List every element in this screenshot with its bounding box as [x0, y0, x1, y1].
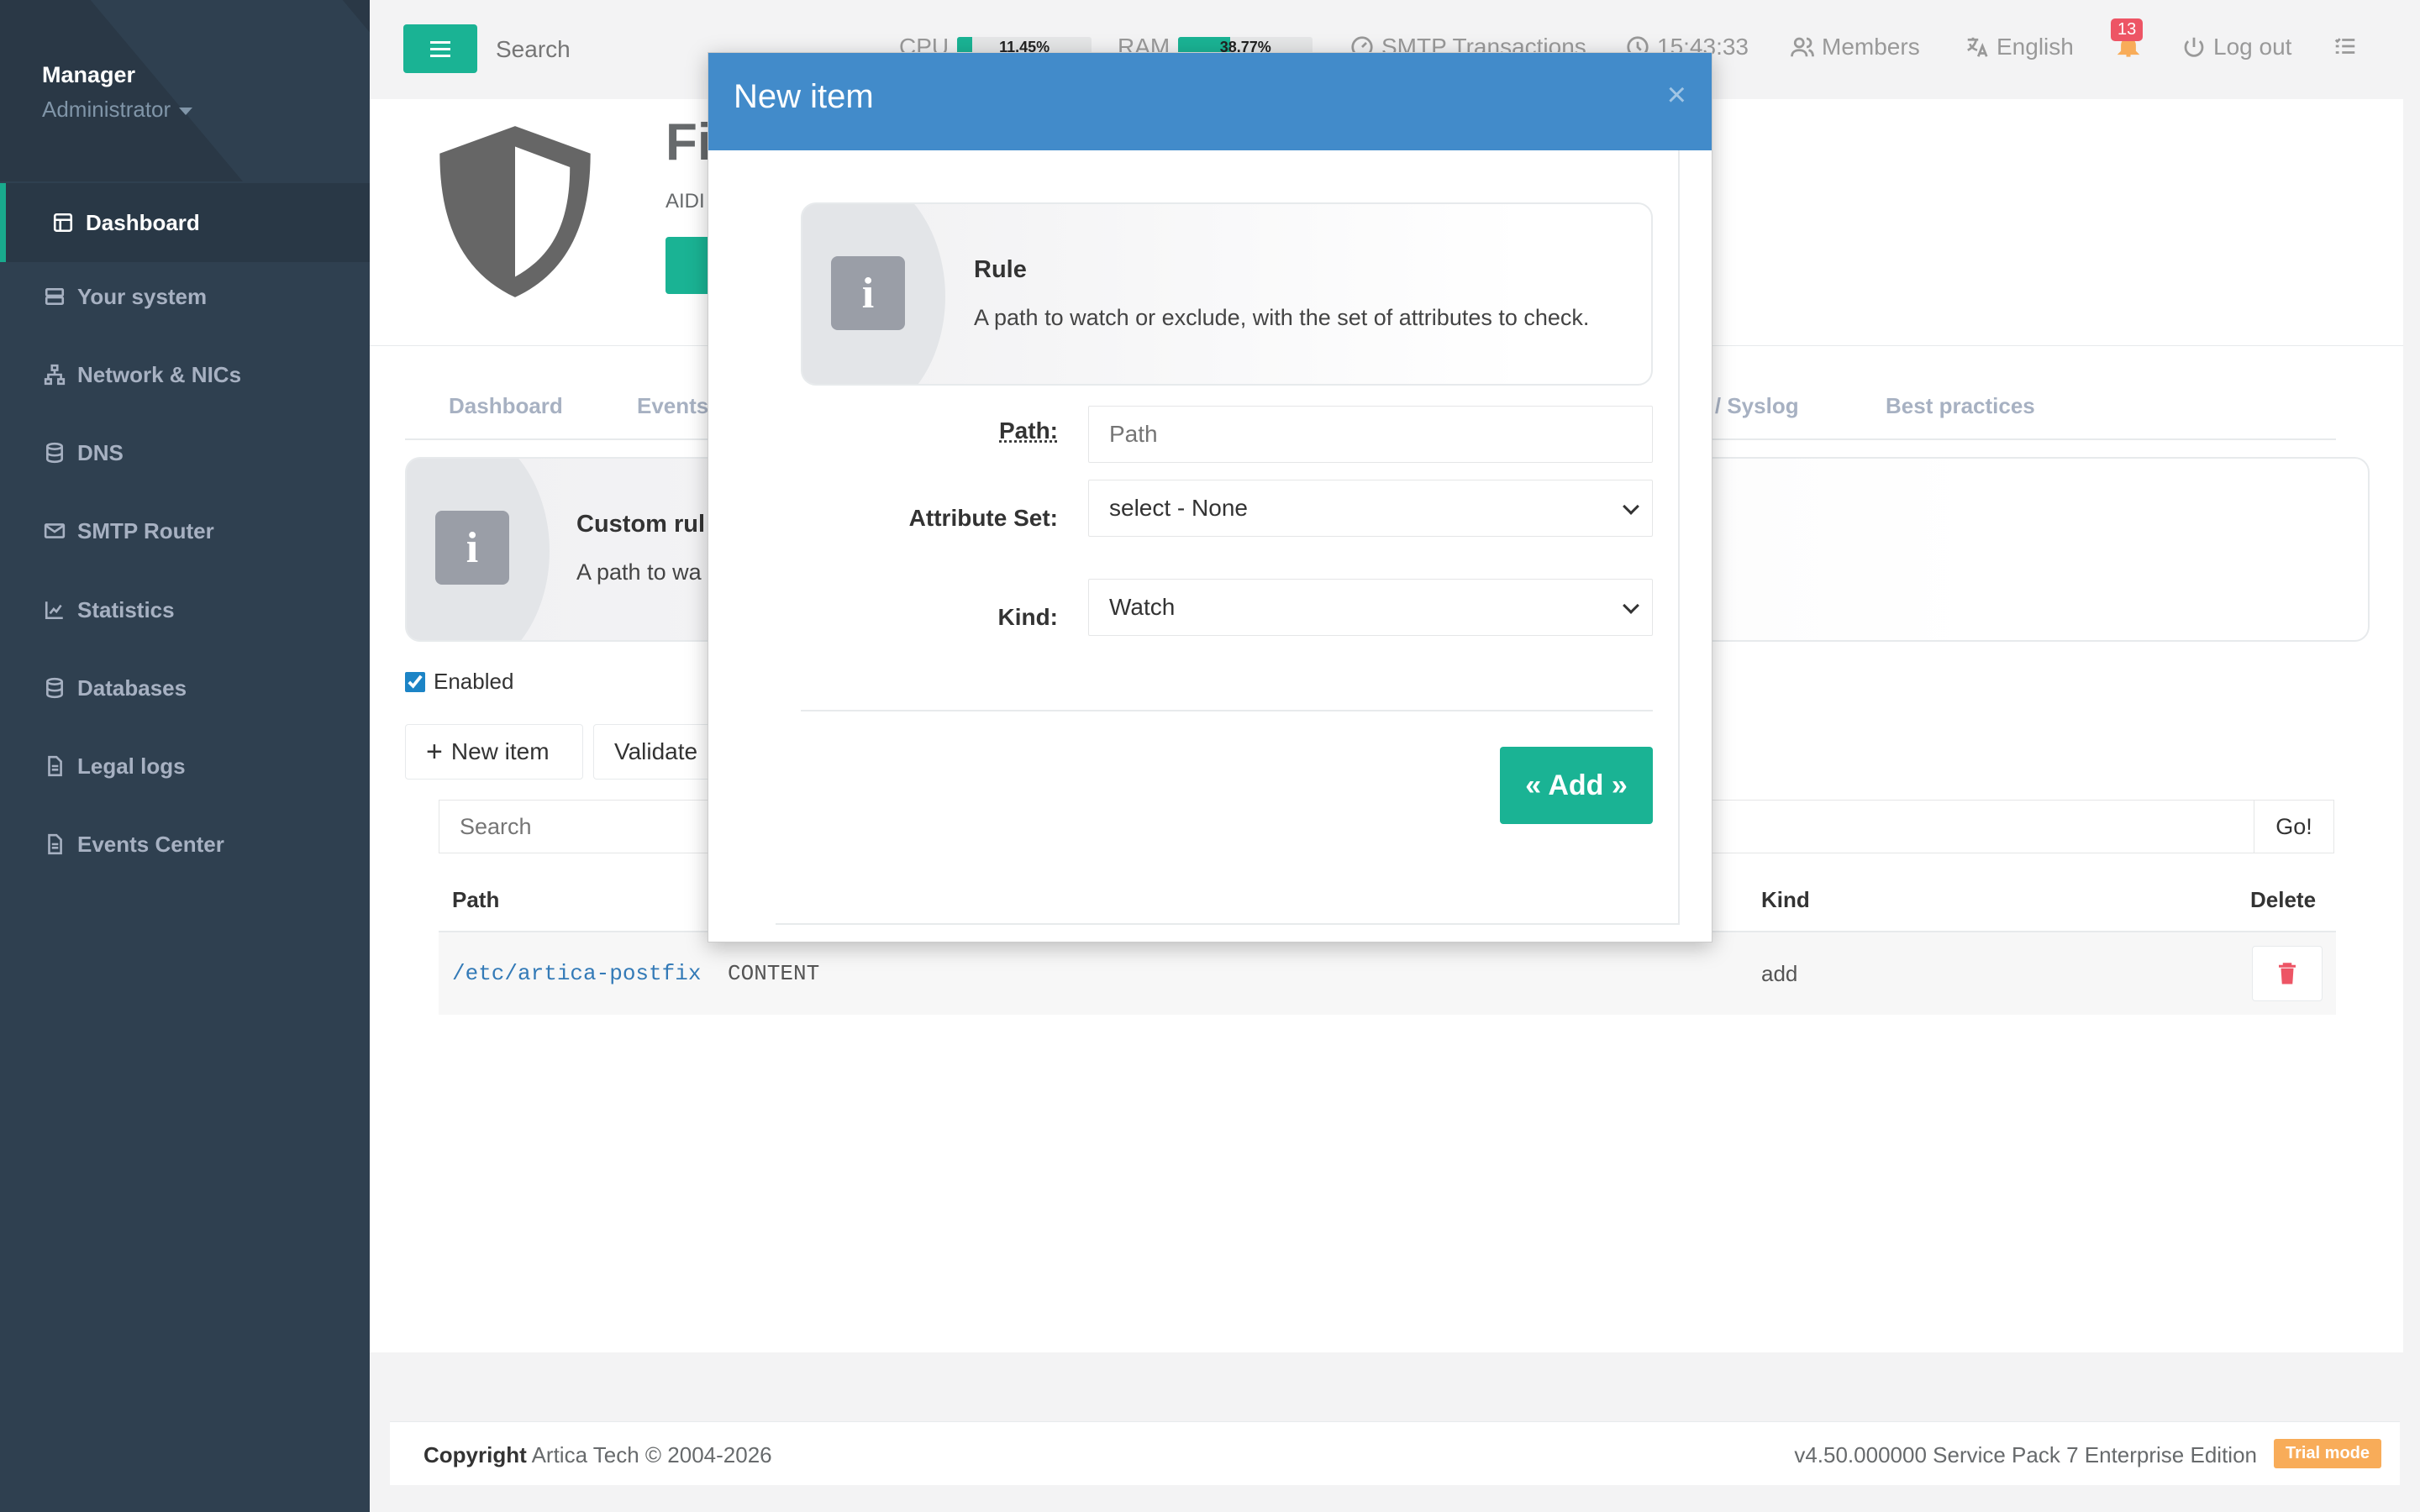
- go-button[interactable]: Go!: [2254, 800, 2334, 853]
- info-text: A path to wa: [576, 559, 702, 585]
- table-row: [439, 932, 2336, 1015]
- kind-label: Kind:: [997, 604, 1058, 630]
- modal-info-panel: i Rule A path to watch or exclude, with …: [801, 202, 1653, 386]
- task-list-icon: [2334, 38, 2355, 54]
- footer-version: v4.50.000000 Service Pack 7 Enterprise E…: [1794, 1442, 2257, 1467]
- footer-copyright: Copyright Artica Tech © 2004-2026: [424, 1442, 772, 1468]
- logout-button[interactable]: Log out: [2181, 34, 2291, 60]
- sidebar-item-label: DNS: [77, 439, 124, 465]
- modal-divider: [801, 710, 1653, 711]
- page-subtitle: AIDI: [666, 190, 705, 213]
- shield-icon: [439, 126, 591, 297]
- new-item-label: New item: [450, 738, 550, 764]
- page-title: Fi: [666, 113, 713, 171]
- footer-copyright-text: Artica Tech © 2004-2026: [531, 1442, 772, 1467]
- column-header-kind: Kind: [1761, 887, 1810, 912]
- sidebar-item-label: Legal logs: [77, 753, 186, 779]
- kind-select[interactable]: Watch: [1088, 579, 1653, 636]
- sidebar-item-network[interactable]: Network & NICs: [0, 335, 370, 414]
- server-icon: [45, 288, 65, 305]
- column-header-delete: Delete: [2250, 887, 2317, 912]
- chevron-down-icon: [1623, 597, 1639, 614]
- caret-down-icon: [179, 107, 193, 115]
- sidebar-item-statistics[interactable]: Statistics: [0, 570, 370, 649]
- sidebar-item-dns[interactable]: DNS: [0, 413, 370, 492]
- sidebar-item-label: Statistics: [77, 596, 175, 622]
- file-icon: [48, 833, 62, 855]
- attribute-set-select[interactable]: select - None: [1088, 480, 1653, 537]
- chevron-down-icon: [1623, 498, 1639, 515]
- hamburger-icon: [430, 47, 450, 50]
- info-icon: i: [831, 256, 905, 330]
- sidebar-item-label: Databases: [77, 675, 187, 701]
- modal-info-title: Rule: [974, 256, 1027, 283]
- sidebar-item-label: Dashboard: [86, 209, 200, 235]
- menu-toggle-button[interactable]: [403, 24, 477, 73]
- sidebar-item-legal-logs[interactable]: Legal logs: [0, 727, 370, 806]
- modal-info-text: A path to watch or exclude, with the set…: [974, 305, 1590, 330]
- notification-count-badge: 13: [2111, 18, 2144, 41]
- database-icon: [46, 677, 63, 699]
- row-kind: add: [1761, 961, 1798, 986]
- info-icon: i: [435, 511, 509, 585]
- tab-best-practices[interactable]: Best practices: [1886, 393, 2035, 419]
- profile-role-dropdown[interactable]: Administrator: [42, 97, 193, 123]
- row-path-link[interactable]: /etc/artica-postfix: [452, 961, 701, 986]
- sidebar-item-dashboard[interactable]: Dashboard: [0, 183, 370, 262]
- sidebar-item-label: SMTP Router: [77, 517, 214, 543]
- users-icon: [1791, 37, 1814, 57]
- task-list-button[interactable]: [2333, 34, 2365, 59]
- footer: Copyright Artica Tech © 2004-2026 v4.50.…: [390, 1421, 2400, 1485]
- sitemap-icon: [44, 364, 66, 386]
- profile-name: Manager: [42, 62, 136, 87]
- dashboard-icon: [53, 213, 73, 233]
- language-selector[interactable]: English: [1965, 34, 2074, 60]
- logout-label: Log out: [2213, 34, 2292, 60]
- sidebar-item-label: Events Center: [77, 831, 224, 857]
- modal-title: New item: [734, 78, 874, 115]
- path-input[interactable]: [1088, 406, 1653, 463]
- power-icon: [2184, 37, 2204, 57]
- members-link[interactable]: Members: [1790, 34, 1920, 60]
- column-header-path: Path: [452, 887, 500, 912]
- database-icon: [46, 442, 63, 464]
- sidebar-item-databases[interactable]: Databases: [0, 648, 370, 727]
- new-item-button[interactable]: + New item: [405, 724, 583, 780]
- enabled-label: Enabled: [434, 669, 514, 694]
- attribute-set-label: Attribute Set:: [908, 505, 1058, 531]
- members-label: Members: [1822, 34, 1920, 60]
- trial-mode-badge: Trial mode: [2273, 1439, 2381, 1468]
- tab-dashboard[interactable]: Dashboard: [449, 393, 563, 419]
- modal-header: New item ×: [708, 53, 1712, 150]
- sidebar-item-label: Your system: [77, 283, 208, 309]
- profile-role-label: Administrator: [42, 97, 171, 122]
- chart-icon: [45, 601, 63, 620]
- kind-value: Watch: [1109, 594, 1176, 620]
- path-label: Path:: [999, 417, 1058, 444]
- row-delete-button[interactable]: [2252, 946, 2323, 1001]
- tab-events[interactable]: Events: [637, 393, 708, 419]
- add-button[interactable]: « Add »: [1500, 747, 1653, 824]
- envelope-icon: [44, 523, 66, 538]
- profile-panel: Manager Administrator: [0, 0, 370, 181]
- file-icon: [48, 755, 62, 777]
- close-icon[interactable]: ×: [1667, 76, 1686, 114]
- sidebar-item-smtp-router[interactable]: SMTP Router: [0, 491, 370, 570]
- footer-copyright-bold: Copyright: [424, 1442, 527, 1467]
- sidebar-item-events-center[interactable]: Events Center: [0, 805, 370, 884]
- translate-icon: [1967, 37, 1988, 57]
- plus-icon: +: [426, 735, 443, 768]
- enabled-checkbox[interactable]: [405, 671, 425, 692]
- language-label: English: [1996, 34, 2074, 60]
- new-item-modal: New item × i Rule A path to watch or exc…: [708, 52, 1712, 942]
- validate-label: Validate: [614, 738, 698, 764]
- enabled-checkbox-row[interactable]: Enabled: [405, 669, 513, 695]
- trash-icon: [2279, 963, 2296, 984]
- info-title: Custom rul: [576, 511, 706, 538]
- sidebar-item-your-system[interactable]: Your system: [0, 257, 370, 336]
- sidebar: Manager Administrator Dashboard Your sys…: [0, 0, 370, 1512]
- attribute-set-value: select - None: [1109, 495, 1248, 521]
- sidebar-item-label: Network & NICs: [77, 361, 242, 387]
- row-attributes: CONTENT: [728, 961, 820, 986]
